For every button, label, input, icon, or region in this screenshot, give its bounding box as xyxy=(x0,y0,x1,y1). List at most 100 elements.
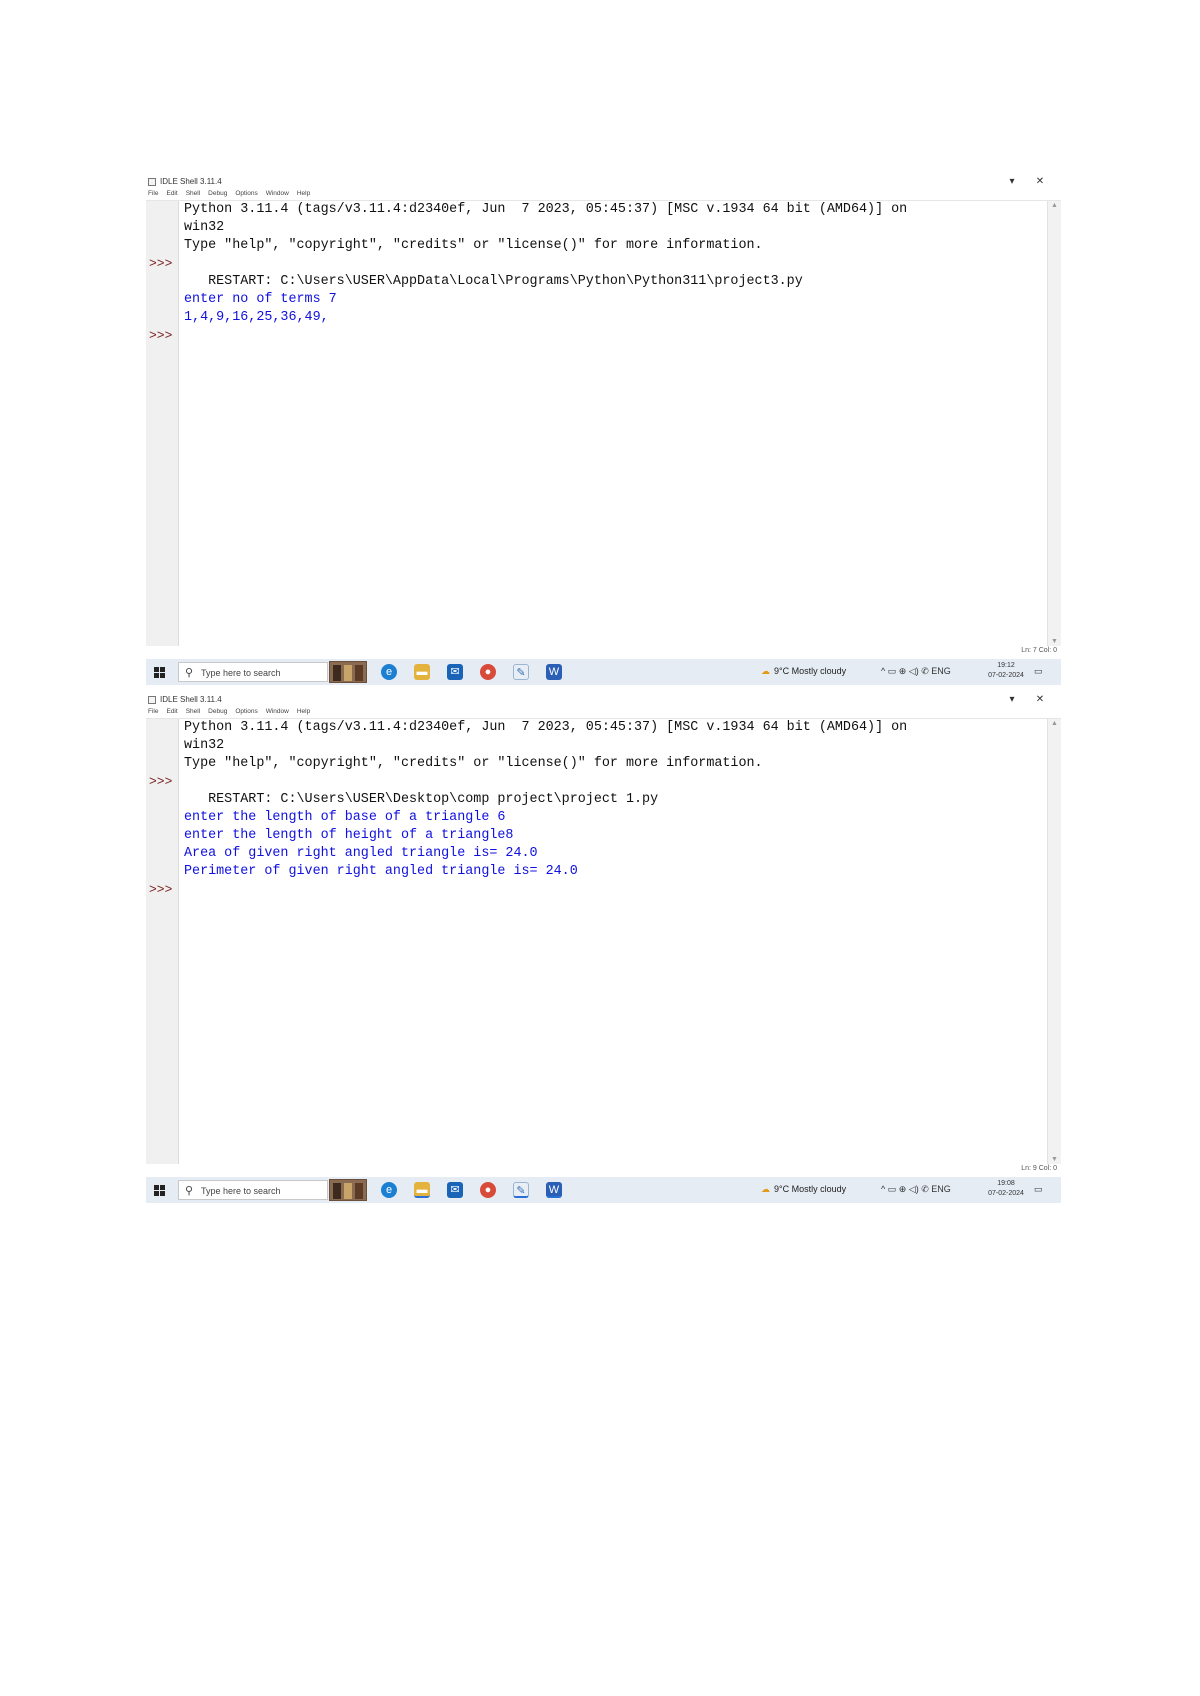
windows-start-icon[interactable] xyxy=(154,667,166,678)
restart-line: RESTART: C:\Users\USER\AppData\Local\Pro… xyxy=(184,274,803,289)
weather-text: 9°C Mostly cloudy xyxy=(774,1184,847,1194)
status-bar: Ln: 9 Col: 0 xyxy=(146,1164,1061,1174)
shell-line: Type "help", "copyright", "credits" or "… xyxy=(184,238,763,253)
mail-icon[interactable]: ✉ xyxy=(447,1182,463,1198)
shell-line: Python 3.11.4 (tags/v3.11.4:d2340ef, Jun… xyxy=(184,202,908,217)
restart-line: RESTART: C:\Users\USER\Desktop\comp proj… xyxy=(184,792,659,807)
search-placeholder: Type here to search xyxy=(201,1186,281,1196)
idle-screenshot-1: IDLE Shell 3.11.4 ▾ ✕ File Edit Shell Debug… xyxy=(146,175,1061,695)
prompt: >>> xyxy=(149,256,173,271)
cursor-position: Ln: 7 Col: 0 xyxy=(1021,647,1057,654)
menu-shell[interactable]: Shell xyxy=(186,707,200,717)
minimize-button[interactable]: ▾ xyxy=(1003,694,1021,706)
output-line: enter no of terms 7 xyxy=(184,292,337,307)
shell-text-area[interactable]: >>> >>> Python 3.11.4 (tags/v3.11.4:d234… xyxy=(146,200,1061,646)
taskbar-search-input[interactable]: ⚲ Type here to search xyxy=(178,662,328,682)
output-line: Perimeter of given right angled triangle… xyxy=(184,864,578,879)
python-idle-icon[interactable]: ✎ xyxy=(513,1182,529,1198)
system-tray[interactable]: ^ ▭ ⊕ ◁) ✆ ENG xyxy=(881,666,951,677)
output-line: 1,4,9,16,25,36,49, xyxy=(184,310,329,325)
shell-line: win32 xyxy=(184,738,225,753)
menu-edit[interactable]: Edit xyxy=(166,189,177,199)
scroll-down-icon[interactable]: ▼ xyxy=(1048,638,1061,645)
menu-debug[interactable]: Debug xyxy=(208,189,227,199)
chrome-icon[interactable]: ● xyxy=(480,664,496,680)
notification-icon[interactable]: ▭ xyxy=(1034,1184,1043,1195)
window-title: IDLE Shell 3.11.4 xyxy=(160,177,222,186)
shell-text-area[interactable]: >>> >>> Python 3.11.4 (tags/v3.11.4:d234… xyxy=(146,718,1061,1164)
menu-edit[interactable]: Edit xyxy=(166,707,177,717)
search-placeholder: Type here to search xyxy=(201,668,281,678)
menu-file[interactable]: File xyxy=(148,189,158,199)
menu-options[interactable]: Options xyxy=(235,189,257,199)
search-icon: ⚲ xyxy=(185,667,194,679)
menu-window[interactable]: Window xyxy=(266,189,289,199)
weather-cloud-icon: ☁ xyxy=(761,666,770,676)
scroll-down-icon[interactable]: ▼ xyxy=(1048,1156,1061,1163)
title-bar: IDLE Shell 3.11.4 ▾ ✕ xyxy=(146,693,1061,707)
mail-icon[interactable]: ✉ xyxy=(447,664,463,680)
scroll-up-icon[interactable]: ▲ xyxy=(1048,202,1061,209)
taskbar-clock[interactable]: 19:12 07-02-2024 xyxy=(986,661,1026,681)
scroll-up-icon[interactable]: ▲ xyxy=(1048,720,1061,727)
output-line: Area of given right angled triangle is= … xyxy=(184,846,538,861)
clock-time: 19:08 xyxy=(997,1180,1015,1187)
word-icon[interactable]: W xyxy=(546,664,562,680)
vertical-scrollbar[interactable]: ▲ ▼ xyxy=(1047,201,1061,646)
prompt: >>> xyxy=(149,774,173,789)
notification-icon[interactable]: ▭ xyxy=(1034,666,1043,677)
windows-start-icon[interactable] xyxy=(154,1185,166,1196)
search-highlight-image[interactable] xyxy=(329,661,367,683)
edge-browser-icon[interactable]: e xyxy=(381,1182,397,1198)
weather-text: 9°C Mostly cloudy xyxy=(774,666,847,676)
weather-widget[interactable]: ☁ 9°C Mostly cloudy xyxy=(761,1184,846,1195)
edge-browser-icon[interactable]: e xyxy=(381,664,397,680)
clock-time: 19:12 xyxy=(997,662,1015,669)
file-explorer-icon[interactable]: ▬ xyxy=(414,1182,430,1198)
menu-help[interactable]: Help xyxy=(297,707,310,717)
system-tray[interactable]: ^ ▭ ⊕ ◁) ✆ ENG xyxy=(881,1184,951,1195)
word-icon[interactable]: W xyxy=(546,1182,562,1198)
cursor-position: Ln: 9 Col: 0 xyxy=(1021,1165,1057,1172)
prompt: >>> xyxy=(149,328,173,343)
weather-widget[interactable]: ☁ 9°C Mostly cloudy xyxy=(761,666,846,677)
minimize-button[interactable]: ▾ xyxy=(1003,176,1021,188)
menu-file[interactable]: File xyxy=(148,707,158,717)
close-button[interactable]: ✕ xyxy=(1031,176,1049,188)
idle-screenshot-2: IDLE Shell 3.11.4 ▾ ✕ File Edit Shell Debug… xyxy=(146,693,1061,1213)
windows-taskbar: ⚲ Type here to search e ▬ ✉ ● ✎ W ☁ 9°C M… xyxy=(146,1177,1061,1203)
menu-options[interactable]: Options xyxy=(235,707,257,717)
python-idle-icon[interactable]: ✎ xyxy=(513,664,529,680)
menu-help[interactable]: Help xyxy=(297,189,310,199)
output-line: enter the length of height of a triangle… xyxy=(184,828,514,843)
shell-line: Type "help", "copyright", "credits" or "… xyxy=(184,756,763,771)
weather-cloud-icon: ☁ xyxy=(761,1184,770,1194)
idle-app-icon xyxy=(148,696,156,704)
clock-date: 07-02-2024 xyxy=(988,672,1024,679)
menu-shell[interactable]: Shell xyxy=(186,189,200,199)
vertical-scrollbar[interactable]: ▲ ▼ xyxy=(1047,719,1061,1164)
shell-line: win32 xyxy=(184,220,225,235)
status-bar: Ln: 7 Col: 0 xyxy=(146,646,1061,656)
close-button[interactable]: ✕ xyxy=(1031,694,1049,706)
prompt-gutter: >>> >>> xyxy=(146,719,179,1164)
shell-line: Python 3.11.4 (tags/v3.11.4:d2340ef, Jun… xyxy=(184,720,908,735)
prompt: >>> xyxy=(149,882,173,897)
windows-taskbar: ⚲ Type here to search e ▬ ✉ ● ✎ W ☁ 9°C M… xyxy=(146,659,1061,685)
menu-debug[interactable]: Debug xyxy=(208,707,227,717)
menu-bar: File Edit Shell Debug Options Window Help xyxy=(146,707,1061,717)
search-icon: ⚲ xyxy=(185,1185,194,1197)
taskbar-search-input[interactable]: ⚲ Type here to search xyxy=(178,1180,328,1200)
output-line: enter the length of base of a triangle 6 xyxy=(184,810,506,825)
search-highlight-image[interactable] xyxy=(329,1179,367,1201)
title-bar: IDLE Shell 3.11.4 ▾ ✕ xyxy=(146,175,1061,189)
clock-date: 07-02-2024 xyxy=(988,1190,1024,1197)
taskbar-clock[interactable]: 19:08 07-02-2024 xyxy=(986,1179,1026,1199)
menu-window[interactable]: Window xyxy=(266,707,289,717)
prompt-gutter: >>> >>> xyxy=(146,201,179,646)
menu-bar: File Edit Shell Debug Options Window Help xyxy=(146,189,1061,199)
file-explorer-icon[interactable]: ▬ xyxy=(414,664,430,680)
idle-app-icon xyxy=(148,178,156,186)
window-title: IDLE Shell 3.11.4 xyxy=(160,695,222,704)
chrome-icon[interactable]: ● xyxy=(480,1182,496,1198)
